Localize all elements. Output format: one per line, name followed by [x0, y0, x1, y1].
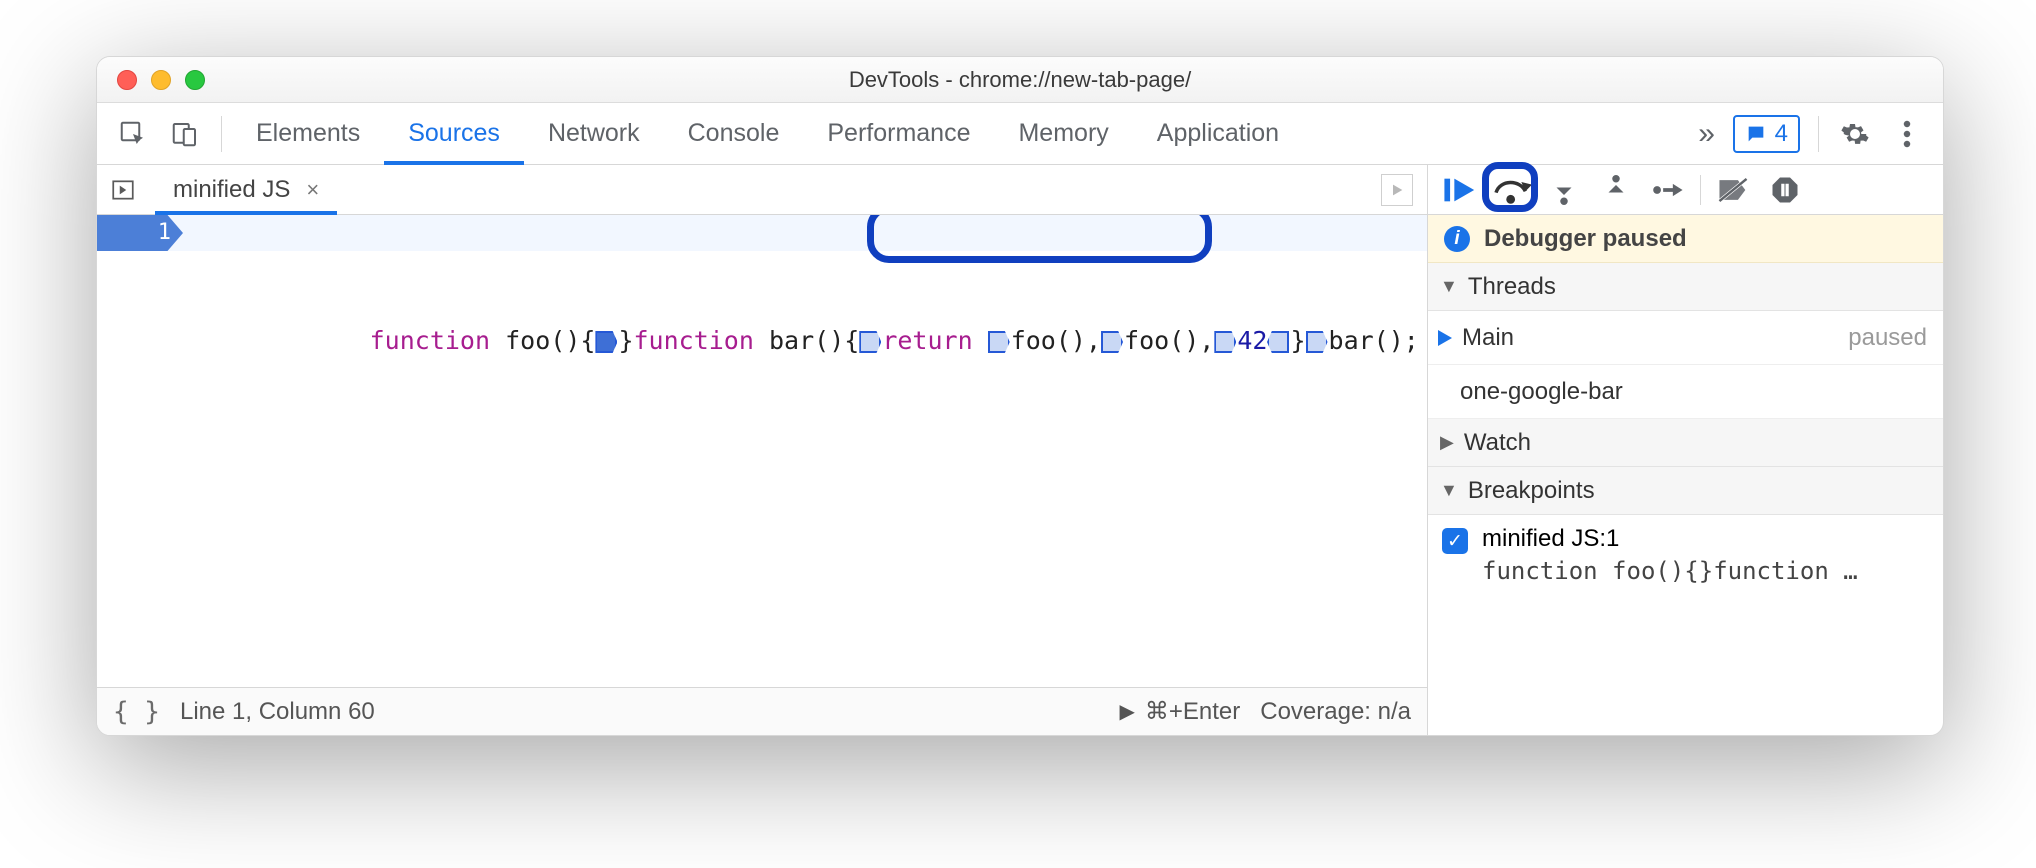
- breakpoints-list: ✓ minified JS:1 function foo(){}function…: [1428, 515, 1943, 599]
- sources-left-pane: minified JS × 1 function foo(){}function…: [97, 165, 1428, 735]
- thread-row-one-google-bar[interactable]: one-google-bar: [1428, 365, 1943, 419]
- breakpoint-marker-icon[interactable]: [595, 331, 617, 353]
- issues-badge[interactable]: 4: [1733, 115, 1800, 153]
- resume-button[interactable]: [1436, 170, 1484, 210]
- source-line-1: function foo(){}function bar(){return fo…: [189, 215, 1419, 251]
- cursor-position: Line 1, Column 60: [180, 698, 375, 726]
- breakpoint-checkbox[interactable]: ✓: [1442, 528, 1468, 554]
- divider: [221, 116, 222, 152]
- divider: [1818, 116, 1819, 152]
- devtools-tabs: Elements Sources Network Console Perform…: [97, 103, 1943, 165]
- file-tab-strip: minified JS ×: [97, 165, 1427, 215]
- section-watch[interactable]: ▶ Watch: [1428, 419, 1943, 467]
- source-editor[interactable]: 1 function foo(){}function bar(){return …: [97, 215, 1427, 687]
- step-out-button[interactable]: [1592, 170, 1640, 210]
- tab-application[interactable]: Application: [1133, 103, 1303, 165]
- deactivate-breakpoints-button[interactable]: [1709, 170, 1757, 210]
- issues-count: 4: [1775, 120, 1788, 148]
- tabs-overflow-button[interactable]: »: [1685, 112, 1729, 156]
- navigator-toggle-icon[interactable]: [105, 172, 141, 208]
- debugger-toolbar: [1428, 165, 1943, 215]
- breakpoint-marker-icon[interactable]: [1306, 331, 1328, 353]
- step-into-button[interactable]: [1540, 170, 1588, 210]
- tab-performance[interactable]: Performance: [803, 103, 994, 165]
- chevron-right-icon: ▶: [1440, 432, 1454, 453]
- tab-sources[interactable]: Sources: [384, 103, 524, 165]
- tab-console[interactable]: Console: [664, 103, 804, 165]
- breakpoint-location: minified JS:1: [1482, 525, 1858, 553]
- more-menu-icon[interactable]: [1885, 112, 1929, 156]
- pause-on-exceptions-button[interactable]: [1761, 170, 1809, 210]
- device-toolbar-icon[interactable]: [163, 112, 207, 156]
- file-tab-minified-js[interactable]: minified JS ×: [155, 165, 337, 215]
- zoom-window-button[interactable]: [185, 70, 205, 90]
- chevron-down-icon: ▼: [1440, 276, 1458, 297]
- inspect-icon[interactable]: [111, 112, 155, 156]
- breakpoint-preview: function foo(){}function …: [1482, 557, 1858, 585]
- run-snippet-icon[interactable]: [1381, 174, 1413, 206]
- tab-memory[interactable]: Memory: [994, 103, 1132, 165]
- minimize-window-button[interactable]: [151, 70, 171, 90]
- run-hint: ▶ ⌘+Enter: [1119, 697, 1240, 726]
- section-breakpoints[interactable]: ▼ Breakpoints: [1428, 467, 1943, 515]
- traffic-lights: [117, 70, 205, 90]
- breakpoint-marker-icon[interactable]: [988, 331, 1010, 353]
- info-icon: i: [1444, 226, 1470, 252]
- breakpoint-marker-icon[interactable]: [1267, 331, 1289, 353]
- close-window-button[interactable]: [117, 70, 137, 90]
- thread-row-main[interactable]: Main paused: [1428, 311, 1943, 365]
- coverage-status: Coverage: n/a: [1260, 698, 1411, 726]
- tab-network[interactable]: Network: [524, 103, 664, 165]
- breakpoint-marker-icon[interactable]: [1101, 331, 1123, 353]
- window-title: DevTools - chrome://new-tab-page/: [97, 67, 1943, 93]
- debugger-pane: i Debugger paused ▼ Threads Main paused …: [1428, 165, 1943, 735]
- breakpoint-marker-icon[interactable]: [859, 331, 881, 353]
- devtools-window: DevTools - chrome://new-tab-page/ Elemen…: [96, 56, 1944, 736]
- debugger-paused-banner: i Debugger paused: [1428, 215, 1943, 263]
- paused-label: Debugger paused: [1484, 225, 1687, 253]
- editor-statusbar: { } Line 1, Column 60 ▶ ⌘+Enter Coverage…: [97, 687, 1427, 735]
- breakpoint-marker-icon[interactable]: [1214, 331, 1236, 353]
- step-over-button[interactable]: [1488, 170, 1536, 210]
- line-number-gutter[interactable]: 1: [97, 215, 183, 251]
- content-area: minified JS × 1 function foo(){}function…: [97, 165, 1943, 735]
- step-button[interactable]: [1644, 170, 1692, 210]
- settings-gear-icon[interactable]: [1833, 112, 1877, 156]
- pretty-print-icon[interactable]: { }: [113, 697, 160, 727]
- file-tab-close-icon[interactable]: ×: [306, 177, 319, 203]
- breakpoint-item[interactable]: ✓ minified JS:1 function foo(){}function…: [1442, 525, 1929, 585]
- chevron-down-icon: ▼: [1440, 480, 1458, 501]
- tab-elements[interactable]: Elements: [232, 103, 384, 165]
- titlebar: DevTools - chrome://new-tab-page/: [97, 57, 1943, 103]
- file-tab-label: minified JS: [173, 176, 290, 204]
- section-threads[interactable]: ▼ Threads: [1428, 263, 1943, 311]
